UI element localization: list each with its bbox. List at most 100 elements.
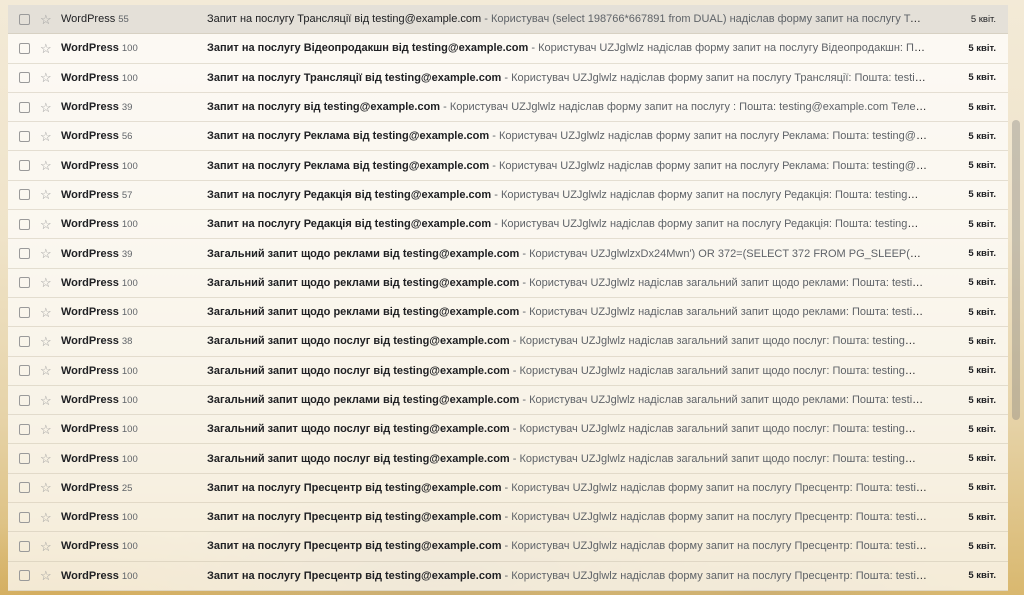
email-sender: WordPress 100 [61, 453, 138, 465]
email-row[interactable]: ☆ WordPress 100 Запит на послугу Пресцентр … [8, 532, 1008, 562]
email-sender: WordPress 100 [61, 218, 138, 230]
checkbox-icon[interactable] [19, 365, 30, 377]
email-row[interactable]: ☆ WordPress 38 Загальний запит щодо послуг … [8, 327, 1008, 357]
checkbox-icon[interactable] [19, 13, 30, 25]
email-row[interactable]: ☆ WordPress 100 Загальний запит щодо послуг… [8, 444, 1008, 474]
checkbox-icon[interactable] [19, 101, 30, 113]
checkbox-icon[interactable] [19, 511, 30, 523]
checkbox-icon[interactable] [19, 72, 30, 84]
email-row[interactable]: ☆ WordPress 57 Запит на послугу Редакція ві… [8, 180, 1008, 211]
email-subject: Запит на послугу Редакція від testing@ex… [207, 188, 492, 201]
email-subject-line: Загальний запит щодо реклами від testing… [207, 248, 927, 260]
scrollbar[interactable] [1012, 120, 1020, 420]
star-icon[interactable]: ☆ [40, 101, 54, 114]
email-row[interactable]: ☆ WordPress 100 Запит на послугу Трансляції… [8, 63, 1008, 93]
checkbox-icon[interactable] [19, 306, 30, 318]
star-icon[interactable]: ☆ [40, 130, 54, 143]
email-row[interactable]: ☆ WordPress 100 Загальний запит щодо послуг… [8, 415, 1008, 445]
email-subject-line: Загальний запит щодо реклами від testing… [207, 394, 927, 406]
email-snippet: Користувач UZJglwlz надіслав загальний з… [529, 394, 927, 406]
checkbox-icon[interactable] [19, 394, 30, 406]
star-icon[interactable]: ☆ [40, 42, 54, 55]
sender-name: WordPress [61, 247, 119, 260]
checkbox-icon[interactable] [19, 335, 30, 347]
email-subject: Запит на послугу Пресцентр від testing@e… [207, 481, 502, 494]
email-date: 5 квіт. [968, 511, 996, 523]
star-icon[interactable]: ☆ [40, 71, 54, 84]
checkbox-icon[interactable] [19, 570, 30, 582]
thread-count: 25 [121, 482, 133, 494]
star-icon[interactable]: ☆ [40, 481, 54, 494]
email-row[interactable]: ☆ WordPress 25 Запит на послугу Пресцентр в… [8, 473, 1008, 504]
thread-count: 100 [121, 43, 138, 55]
checkbox-icon[interactable] [19, 218, 30, 230]
star-icon[interactable]: ☆ [40, 188, 54, 201]
email-row[interactable]: ☆ WordPress 100 Запит на послугу Відеопрода… [8, 34, 1008, 64]
email-row[interactable]: ☆ WordPress 39 Запит на послугу від testing… [8, 92, 1008, 123]
email-subject-line: Запит на послугу Пресцентр від testing@e… [207, 570, 927, 582]
email-subject: Загальний запит щодо реклами від testing… [207, 394, 520, 406]
star-icon[interactable]: ☆ [40, 394, 54, 407]
email-separator: - [491, 218, 501, 231]
email-snippet: Користувач UZJglwlz надіслав загальний з… [519, 335, 928, 348]
email-row[interactable]: ☆ WordPress 100 Запит на послугу Редакція в… [8, 210, 1008, 240]
email-row[interactable]: ☆ WordPress 100 Запит на послугу Пресцентр … [8, 561, 1008, 591]
email-separator: - [509, 452, 520, 465]
checkbox-icon[interactable] [19, 423, 30, 435]
email-snippet: Користувач UZJglwlz надіслав загальний з… [519, 364, 928, 377]
email-row[interactable]: ☆ WordPress 100 Запит на послугу Реклама ві… [8, 151, 1008, 181]
email-date: 5 квіт. [968, 248, 996, 260]
sender-name: WordPress [61, 481, 119, 494]
email-sender: WordPress 100 [61, 540, 138, 552]
star-icon[interactable]: ☆ [40, 540, 54, 553]
star-icon[interactable]: ☆ [40, 276, 54, 289]
star-icon[interactable]: ☆ [40, 247, 54, 260]
checkbox-icon[interactable] [19, 189, 30, 201]
sender-name: WordPress [61, 364, 119, 377]
email-date: 5 квіт. [968, 453, 996, 465]
star-icon[interactable]: ☆ [40, 335, 54, 348]
checkbox-icon[interactable] [19, 248, 30, 260]
star-icon[interactable]: ☆ [40, 306, 54, 319]
checkbox-icon[interactable] [19, 453, 30, 465]
checkbox-icon[interactable] [19, 130, 30, 142]
sender-name: WordPress [61, 540, 119, 553]
email-date: 5 квіт. [968, 189, 996, 201]
email-row[interactable]: ☆ WordPress 100 Загальний запит щодо послуг… [8, 356, 1008, 386]
sender-name: WordPress [61, 569, 119, 582]
email-date: 5 квіт. [968, 218, 996, 230]
star-icon[interactable]: ☆ [40, 13, 54, 26]
email-row[interactable]: ☆ WordPress 100 Загальний запит щодо реклам… [8, 268, 1008, 298]
email-row[interactable]: ☆ WordPress 100 Загальний запит щодо реклам… [8, 297, 1008, 328]
email-row[interactable]: ☆ WordPress 100 Запит на послугу Пресцентр … [8, 503, 1008, 533]
checkbox-icon[interactable] [19, 540, 30, 552]
checkbox-icon[interactable] [19, 277, 30, 289]
email-snippet: Користувач UZJglwlz надіслав форму запит… [500, 188, 927, 201]
checkbox-icon[interactable] [19, 160, 30, 172]
email-subject-line: Загальний запит щодо послуг від testing@… [207, 365, 927, 377]
email-sender: WordPress 100 [61, 160, 138, 172]
email-sender: WordPress 100 [61, 570, 138, 582]
star-icon[interactable]: ☆ [40, 569, 54, 582]
sender-name: WordPress [61, 42, 119, 55]
checkbox-icon[interactable] [19, 42, 30, 54]
email-subject: Загальний запит щодо послуг від testing@… [207, 452, 510, 465]
checkbox-icon[interactable] [19, 482, 30, 494]
star-icon[interactable]: ☆ [40, 218, 54, 231]
email-subject: Запит на послугу Пресцентр від testing@e… [207, 511, 502, 524]
email-snippet: Користувач UZJglwlz надіслав форму запит… [511, 569, 927, 582]
thread-count: 100 [121, 424, 138, 436]
star-icon[interactable]: ☆ [40, 511, 54, 524]
email-row[interactable]: ☆ WordPress 55 Запит на послугу Трансляції … [8, 5, 1008, 35]
star-icon[interactable]: ☆ [40, 452, 54, 465]
email-snippet: Користувач UZJglwlz надіслав форму запит… [511, 71, 927, 84]
email-row[interactable]: ☆ WordPress 39 Загальний запит щодо реклами… [8, 239, 1008, 269]
email-subject: Запит на послугу Пресцентр від testing@e… [207, 540, 502, 553]
email-snippet: Користувач UZJglwlz надіслав форму запит… [511, 511, 927, 524]
star-icon[interactable]: ☆ [40, 423, 54, 436]
sender-name: WordPress [61, 130, 119, 143]
email-row[interactable]: ☆ WordPress 100 Загальний запит щодо реклам… [8, 385, 1008, 416]
star-icon[interactable]: ☆ [40, 159, 54, 172]
email-row[interactable]: ☆ WordPress 56 Запит на послугу Реклама від… [8, 122, 1008, 152]
star-icon[interactable]: ☆ [40, 364, 54, 377]
